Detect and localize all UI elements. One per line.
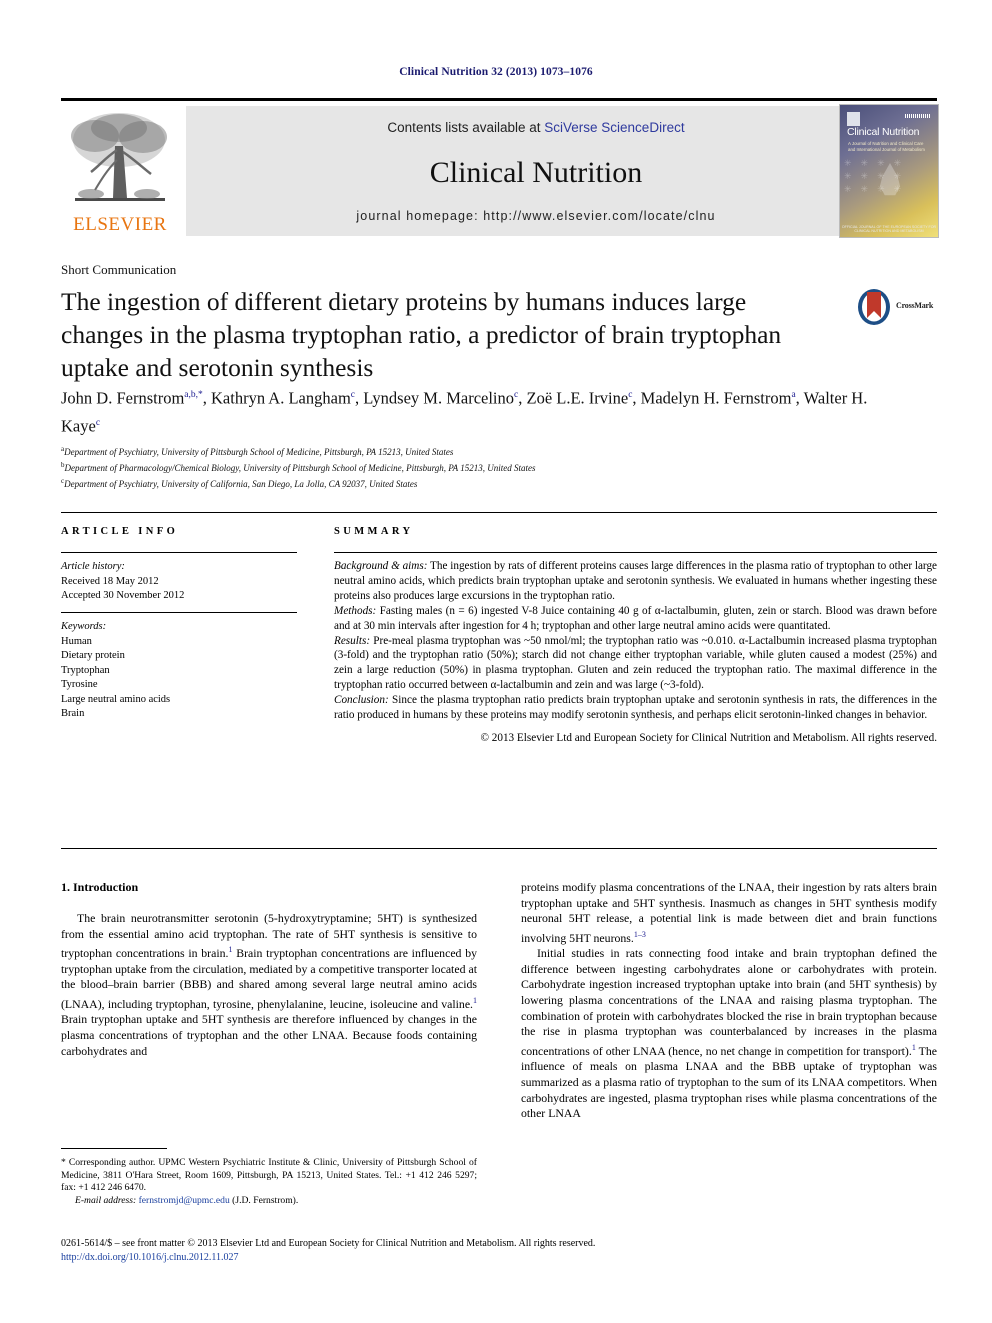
footnote-rule — [61, 1148, 167, 1149]
abstract-conclusion-label: Conclusion: — [334, 694, 389, 707]
cover-subtitle: A Journal of Nutrition and Clinical Care… — [848, 141, 925, 152]
journal-cover-thumbnail: Clinical Nutrition A Journal of Nutritio… — [839, 104, 939, 238]
running-head: Clinical Nutrition 32 (2013) 1073–1076 — [399, 66, 593, 78]
affiliation-list: aDepartment of Psychiatry, University of… — [61, 443, 891, 491]
keyword-item: Large neutral amino acids — [61, 693, 171, 705]
elsevier-logo: ELSEVIER — [61, 106, 179, 236]
contents-prefix: Contents lists available at — [387, 120, 545, 135]
sciencedirect-link[interactable]: SciVerse ScienceDirect — [544, 120, 684, 135]
crossmark-icon — [858, 289, 890, 325]
elsevier-wordmark: ELSEVIER — [73, 214, 167, 235]
crossmark-badge[interactable]: CrossMark — [856, 288, 942, 328]
journal-masthead: ELSEVIER Contents lists available at Sci… — [61, 98, 939, 238]
article-history-label: Article history: — [61, 561, 125, 572]
journal-article-page: Clinical Nutrition 32 (2013) 1073–1076 E… — [0, 0, 992, 1323]
imprint-line: 0261-5614/$ – see front matter © 2013 El… — [61, 1238, 596, 1249]
keyword-item: Dietary protein — [61, 650, 125, 661]
abstract-methods: Methods: Fasting males (n = 6) ingested … — [334, 604, 937, 634]
abstract-body: Background & aims: The ingestion by rats… — [334, 559, 937, 746]
info-block-top-rule — [61, 512, 937, 513]
intro-paragraph-right-2: Initial studies in rats connecting food … — [521, 946, 938, 1121]
keyword-item: Tryptophan — [61, 664, 110, 676]
abstract-results-text: Pre-meal plasma tryptophan was ~50 nmol/… — [334, 634, 937, 692]
abstract-copyright: © 2013 Elsevier Ltd and European Society… — [480, 731, 937, 744]
history-bottom-rule — [61, 612, 297, 613]
keyword-item: Tyrosine — [61, 679, 98, 690]
article-type-label: Short Communication — [61, 262, 177, 277]
cover-title: Clinical Nutrition — [847, 126, 920, 138]
abstract-background: Background & aims: The ingestion by rats… — [334, 559, 937, 604]
info-block-bottom-rule — [61, 848, 937, 849]
affiliation-b: bDepartment of Pharmacology/Chemical Bio… — [61, 459, 891, 475]
masthead-top-rule — [61, 98, 937, 101]
keywords-label: Keywords: — [61, 621, 107, 632]
journal-title: Clinical Nutrition — [429, 156, 643, 189]
abstract-results-label: Results: — [334, 634, 371, 647]
abstract-background-label: Background & aims: — [334, 560, 428, 572]
email-note: E-mail address: fernstromjd@upmc.edu (J.… — [61, 1195, 477, 1208]
keyword-item: Human — [61, 635, 92, 647]
abstract-conclusion: Conclusion: Since the plasma tryptophan … — [334, 693, 937, 723]
keyword-item: Brain — [61, 708, 85, 719]
body-column-left: 1. Introduction The brain neurotransmitt… — [61, 880, 477, 1059]
journal-homepage-link[interactable]: journal homepage: http://www.elsevier.co… — [186, 209, 886, 223]
cover-footer-text: OFFICIAL JOURNAL OF THE EUROPEAN SOCIETY… — [841, 225, 937, 233]
summary-heading: SUMMARY — [334, 526, 414, 537]
intro-paragraph-right-1: proteins modify plasma concentrations of… — [521, 880, 937, 945]
elsevier-tree-icon — [71, 113, 167, 201]
cover-barcode — [905, 114, 931, 118]
info-heading-rule — [61, 552, 297, 553]
affiliation-text-c: Department of Psychiatry, University of … — [64, 479, 418, 489]
article-history: Article history: Received 18 May 2012 Ac… — [61, 560, 297, 604]
page-title: The ingestion of different dietary prote… — [61, 287, 782, 382]
footnote-block: * Corresponding author. UPMC Western Psy… — [61, 1157, 477, 1207]
section-heading-introduction: 1. Introduction — [61, 880, 139, 894]
imprint-block: 0261-5614/$ – see front matter © 2013 El… — [61, 1237, 937, 1265]
keywords-block: Keywords: Human Dietary protein Tryptoph… — [61, 620, 297, 722]
affiliation-c: cDepartment of Psychiatry, University of… — [61, 475, 891, 491]
cover-publisher-badge — [847, 112, 860, 126]
affiliation-a: aDepartment of Psychiatry, University of… — [61, 443, 891, 459]
email-suffix: (J.D. Fernstrom). — [229, 1194, 299, 1206]
journal-band: Contents lists available at SciVerse Sci… — [186, 106, 886, 236]
corresponding-author-note: * Corresponding author. UPMC Western Psy… — [61, 1157, 477, 1194]
body-column-right: proteins modify plasma concentrations of… — [521, 880, 937, 1122]
affiliation-text-a: Department of Psychiatry, University of … — [64, 447, 454, 457]
affiliation-text-b: Department of Pharmacology/Chemical Biol… — [64, 463, 536, 473]
article-received-date: Received 18 May 2012 — [61, 575, 159, 587]
abstract-conclusion-text: Since the plasma tryptophan ratio predic… — [334, 694, 937, 722]
email-link[interactable]: fernstromjd@upmc.edu — [139, 1195, 230, 1206]
crossmark-label: CrossMark — [896, 301, 934, 310]
article-accepted-date: Accepted 30 November 2012 — [61, 590, 185, 601]
summary-heading-rule — [334, 552, 937, 553]
abstract-methods-text: Fasting males (n = 6) ingested V-8 Juice… — [334, 604, 937, 632]
doi-link[interactable]: http://dx.doi.org/10.1016/j.clnu.2012.11… — [61, 1251, 937, 1265]
author-list: John D. Fernstroma,b,*, Kathryn A. Langh… — [61, 388, 868, 436]
abstract-methods-label: Methods: — [334, 604, 377, 617]
email-label: E-mail address: — [75, 1194, 137, 1206]
contents-available-line: Contents lists available at SciVerse Sci… — [186, 120, 886, 135]
article-info-heading: ARTICLE INFO — [61, 526, 179, 537]
intro-paragraph-left: The brain neurotransmitter serotonin (5-… — [61, 911, 477, 1058]
abstract-results: Results: Pre-meal plasma tryptophan was … — [334, 634, 937, 694]
